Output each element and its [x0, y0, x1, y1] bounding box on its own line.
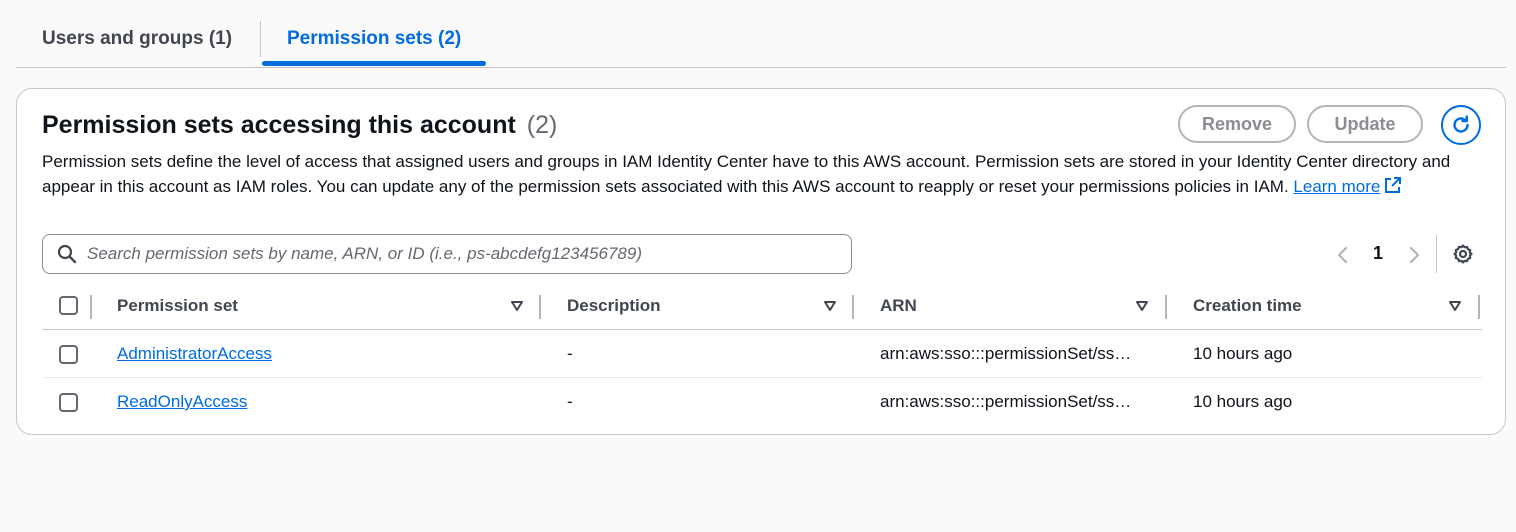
panel-description-text: Permission sets define the level of acce… — [42, 152, 1451, 196]
search-input-wrapper — [42, 234, 852, 274]
creation-time-cell: 10 hours ago — [1193, 392, 1293, 411]
column-header-creation-time[interactable]: Creation time — [1193, 296, 1302, 316]
tab-divider — [260, 21, 261, 57]
panel-title-text: Permission sets accessing this account — [42, 111, 516, 139]
column-header-description[interactable]: Description — [567, 296, 661, 316]
arn-cell: arn:aws:sso:::permissionSet/ss… — [880, 392, 1132, 411]
column-separator[interactable] — [852, 295, 854, 319]
permission-set-link[interactable]: ReadOnlyAccess — [117, 392, 247, 412]
pager-divider — [1436, 235, 1437, 273]
creation-time-cell: 10 hours ago — [1193, 344, 1293, 363]
settings-icon — [1453, 244, 1473, 264]
panel-description: Permission sets define the level of acce… — [42, 149, 1482, 199]
description-cell: - — [567, 344, 573, 363]
column-separator — [90, 295, 92, 319]
remove-button[interactable]: Remove — [1178, 105, 1296, 143]
column-separator[interactable] — [1478, 295, 1480, 319]
row-checkbox[interactable] — [59, 393, 78, 412]
update-button[interactable]: Update — [1307, 105, 1423, 143]
next-page-button[interactable] — [1406, 245, 1422, 265]
permission-set-link[interactable]: AdministratorAccess — [117, 344, 272, 364]
description-cell: - — [567, 392, 573, 411]
learn-more-link[interactable]: Learn more — [1293, 177, 1402, 196]
table-settings-button[interactable] — [1452, 243, 1474, 265]
refresh-button[interactable] — [1441, 105, 1481, 145]
learn-more-label: Learn more — [1293, 177, 1381, 196]
column-separator[interactable] — [1165, 295, 1167, 319]
page-number[interactable]: 1 — [1370, 243, 1386, 264]
external-link-icon — [1385, 177, 1402, 193]
table-header: Permission set Description ARN Creation … — [42, 289, 1482, 330]
select-all-checkbox[interactable] — [59, 296, 78, 315]
sort-icon[interactable] — [823, 300, 837, 312]
search-icon — [57, 244, 77, 264]
column-header-arn[interactable]: ARN — [880, 296, 917, 316]
panel-count: (2) — [526, 111, 558, 139]
active-tab-indicator — [262, 61, 486, 66]
panel-title: Permission sets accessing this account (… — [42, 111, 557, 140]
column-separator[interactable] — [539, 295, 541, 319]
chevron-left-icon — [1337, 246, 1348, 264]
table-row: ReadOnlyAccess - arn:aws:sso:::permissio… — [42, 379, 1482, 427]
row-checkbox[interactable] — [59, 345, 78, 364]
previous-page-button[interactable] — [1335, 245, 1351, 265]
table-row: AdministratorAccess - arn:aws:sso:::perm… — [42, 330, 1482, 378]
permission-sets-panel: Permission sets accessing this account (… — [16, 88, 1506, 435]
column-header-permission-set[interactable]: Permission set — [117, 296, 238, 316]
sort-icon[interactable] — [1448, 300, 1462, 312]
arn-cell: arn:aws:sso:::permissionSet/ss… — [880, 344, 1132, 363]
search-input[interactable] — [87, 244, 827, 264]
tab-users-and-groups[interactable]: Users and groups (1) — [42, 20, 232, 68]
refresh-icon — [1453, 115, 1469, 133]
sort-icon[interactable] — [510, 300, 524, 312]
tab-bar: Users and groups (1) Permission sets (2) — [16, 0, 1506, 68]
sort-icon[interactable] — [1135, 300, 1149, 312]
chevron-right-icon — [1409, 246, 1420, 264]
